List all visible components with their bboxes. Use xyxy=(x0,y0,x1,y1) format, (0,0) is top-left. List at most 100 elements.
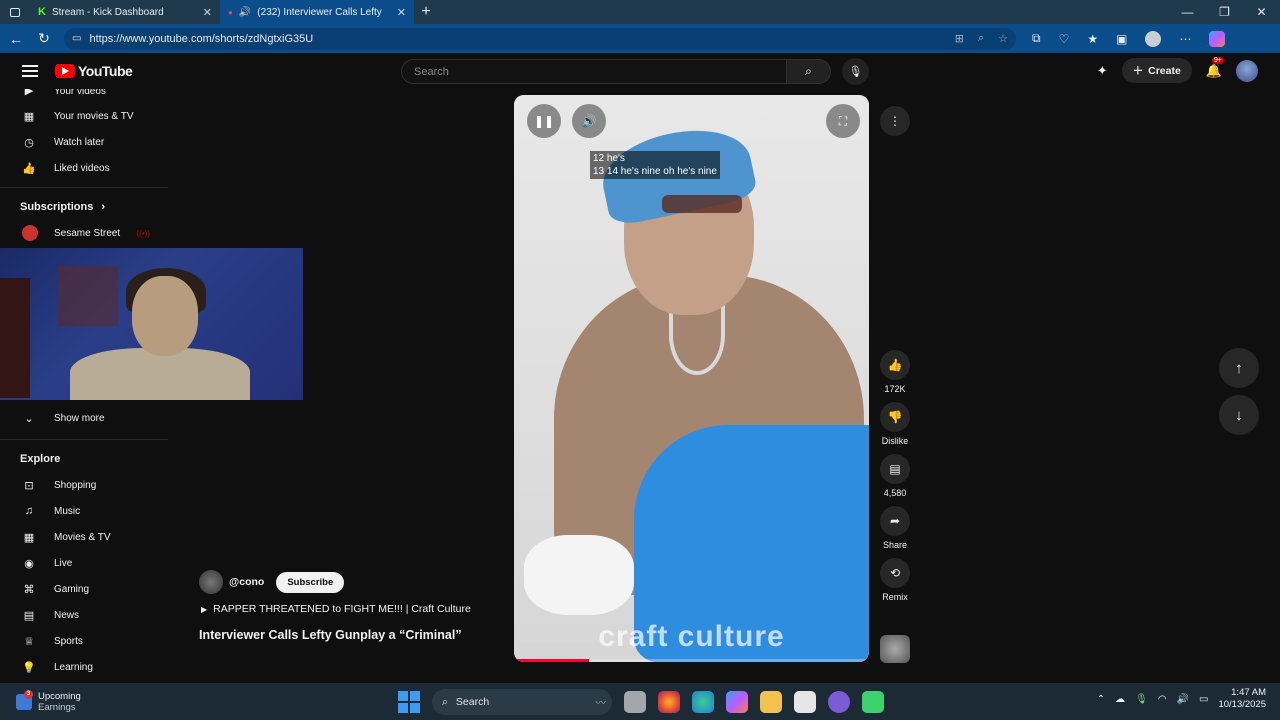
new-tab-button[interactable]: + xyxy=(414,3,438,21)
notifications-button[interactable]: 🔔 9+ xyxy=(1206,56,1224,79)
search-button[interactable]: ⌕ xyxy=(787,59,831,84)
close-tab-icon[interactable]: ✕ xyxy=(203,6,212,19)
create-button[interactable]: ＋ Create xyxy=(1121,58,1192,83)
remix-button[interactable]: ⟲ xyxy=(880,558,910,588)
speaker-icon[interactable]: 🔊 xyxy=(1177,694,1189,705)
edge-icon[interactable] xyxy=(692,691,714,713)
favorites-icon[interactable]: ★ xyxy=(1087,32,1098,46)
subscriptions-heading[interactable]: Subscriptions › xyxy=(0,194,168,220)
show-more-button[interactable]: ⌄ Show more xyxy=(0,405,168,431)
explore-heading: Explore xyxy=(0,446,168,472)
sidebar-item-gaming[interactable]: ⌘ Gaming xyxy=(0,576,168,602)
hamburger-menu-icon[interactable] xyxy=(22,65,38,77)
sidebar-item-learning[interactable]: 💡 Learning xyxy=(0,654,168,680)
sidebar-item-watch-later[interactable]: ◷ Watch later xyxy=(0,129,168,155)
sidebar-item-news[interactable]: ▤ News xyxy=(0,602,168,628)
refresh-icon[interactable]: ↻ xyxy=(30,30,58,47)
sidebar-item-liked-videos[interactable]: 👍 Liked videos xyxy=(0,155,168,181)
next-short-button[interactable]: ↓ xyxy=(1219,395,1259,435)
chat-app-icon[interactable] xyxy=(828,691,850,713)
share-button[interactable]: ➦ xyxy=(880,506,910,536)
file-explorer-icon[interactable] xyxy=(760,691,782,713)
sidebar-item-music[interactable]: ♫ Music xyxy=(0,498,168,524)
sidebar-item-sesame-street[interactable]: Sesame Street ((•)) xyxy=(0,220,168,246)
browser-tab-strip: K Stream - Kick Dashboard ✕ ● 🔊 (232) In… xyxy=(0,0,1280,24)
voice-search-button[interactable]: 🎙 xyxy=(842,58,869,85)
volume-button[interactable]: 🔊 xyxy=(572,104,606,138)
like-button[interactable]: 👍 xyxy=(880,350,910,380)
fullscreen-button[interactable]: ⛶ xyxy=(826,104,860,138)
sidebar-item-sports[interactable]: ♕ Sports xyxy=(0,628,168,654)
cloud-icon[interactable]: ☁ xyxy=(1115,694,1125,705)
tab-label: (232) Interviewer Calls Lefty xyxy=(257,6,382,18)
show-more-label: Show more xyxy=(54,412,105,424)
share-action: ➦ Share xyxy=(877,506,913,550)
microphone-icon[interactable]: 🎙 xyxy=(1135,694,1148,705)
widgets-button[interactable]: 3 Upcoming Earnings xyxy=(16,689,81,713)
dislike-button[interactable]: 👎 xyxy=(880,402,910,432)
snipping-tool-icon[interactable] xyxy=(794,691,816,713)
gamepad-icon: ⌘ xyxy=(23,583,35,596)
extensions-icon[interactable]: ⧉ xyxy=(1032,31,1041,46)
comments-button[interactable]: ▤ xyxy=(880,454,910,484)
sidebar-item-movies-tv[interactable]: ▦ Movies & TV xyxy=(0,524,168,550)
minimize-icon[interactable]: — xyxy=(1169,0,1206,24)
sidebar-item-label: Shopping xyxy=(54,479,97,491)
browser-essentials-icon[interactable]: ♡ xyxy=(1059,32,1070,46)
firefox-icon[interactable] xyxy=(658,691,680,713)
more-menu-icon[interactable]: ⋯ xyxy=(1179,32,1191,46)
copilot-taskbar-icon[interactable] xyxy=(726,691,748,713)
copilot-icon[interactable] xyxy=(1209,30,1226,47)
arrow-down-icon: ↓ xyxy=(1235,406,1243,424)
tab-youtube-short[interactable]: ● 🔊 (232) Interviewer Calls Lefty ✕ xyxy=(220,0,414,24)
sidebar-item-live[interactable]: ◉ Live xyxy=(0,550,168,576)
sidebar-item-your-videos[interactable]: ▶ Your videos xyxy=(0,89,168,97)
task-view-icon[interactable] xyxy=(624,691,646,713)
pause-button[interactable]: ❚❚ xyxy=(527,104,561,138)
channel-thumbnail[interactable] xyxy=(880,635,910,663)
battery-icon[interactable]: ▭ xyxy=(1199,694,1208,705)
stocks-icon: 3 xyxy=(16,689,33,710)
shorts-video-player[interactable]: 12 he's 13 14 he's nine oh he's nine cra… xyxy=(514,95,869,662)
sidebar-divider xyxy=(0,439,168,440)
playlist-link[interactable]: ▶ RAPPER THREATENED to FIGHT ME!!! | Cra… xyxy=(201,603,471,616)
more-options-button[interactable]: ⋮ xyxy=(880,106,910,136)
close-window-icon[interactable]: ✕ xyxy=(1243,0,1280,24)
favorite-star-icon[interactable]: ☆ xyxy=(998,32,1008,45)
collections-icon[interactable]: ▣ xyxy=(1116,32,1127,46)
youtube-logo[interactable]: YouTube xyxy=(55,63,133,79)
sidebar-item-your-movies[interactable]: ▦ Your movies & TV xyxy=(0,103,168,129)
video-progress-bar[interactable] xyxy=(514,659,869,662)
clock[interactable]: 1:47 AM 10/13/2025 xyxy=(1218,687,1266,711)
chevron-up-icon[interactable]: ⌃ xyxy=(1097,694,1105,705)
tab-actions-icon[interactable] xyxy=(0,0,30,24)
widgets-subtitle: Earnings xyxy=(38,701,76,713)
back-arrow-icon[interactable]: ← xyxy=(2,31,30,47)
search-input[interactable] xyxy=(414,65,774,78)
start-button[interactable] xyxy=(398,691,420,713)
previous-short-button[interactable]: ↑ xyxy=(1219,348,1259,388)
youtube-play-icon xyxy=(55,64,75,78)
tab-kick-dashboard[interactable]: K Stream - Kick Dashboard ✕ xyxy=(30,0,220,24)
url-field[interactable]: ▭ https://www.youtube.com/shorts/zdNgtxi… xyxy=(64,27,1016,50)
streaming-app-icon[interactable] xyxy=(862,691,884,713)
sidebar-item-shopping[interactable]: ⊡ Shopping xyxy=(0,472,168,498)
explore-label: Explore xyxy=(20,453,61,465)
profile-avatar[interactable] xyxy=(1145,30,1162,47)
system-tray: ⌃ ☁ 🎙 ◠ 🔊 ▭ 1:47 AM 10/13/2025 xyxy=(1097,687,1266,711)
close-tab-icon[interactable]: ✕ xyxy=(397,6,406,19)
maximize-icon[interactable]: ❐ xyxy=(1206,0,1243,24)
subscribe-button[interactable]: Subscribe xyxy=(276,571,345,593)
channel-avatar[interactable] xyxy=(199,570,223,594)
comment-icon: ▤ xyxy=(889,462,901,476)
app-available-icon[interactable]: ⊞ xyxy=(955,32,964,45)
wifi-icon[interactable]: ◠ xyxy=(1158,694,1167,705)
account-avatar[interactable] xyxy=(1236,59,1258,82)
speaker-icon[interactable]: 🔊 xyxy=(239,7,251,18)
site-info-icon[interactable]: ▭ xyxy=(72,33,81,44)
taskbar-search[interactable]: ⌕ Search 〰 xyxy=(432,689,612,715)
search-box[interactable] xyxy=(401,59,787,84)
zoom-icon[interactable]: ⌕ xyxy=(978,32,984,45)
channel-name[interactable]: @cono xyxy=(229,576,264,588)
gaming-controller-icon[interactable]: ✦ xyxy=(1097,63,1108,79)
